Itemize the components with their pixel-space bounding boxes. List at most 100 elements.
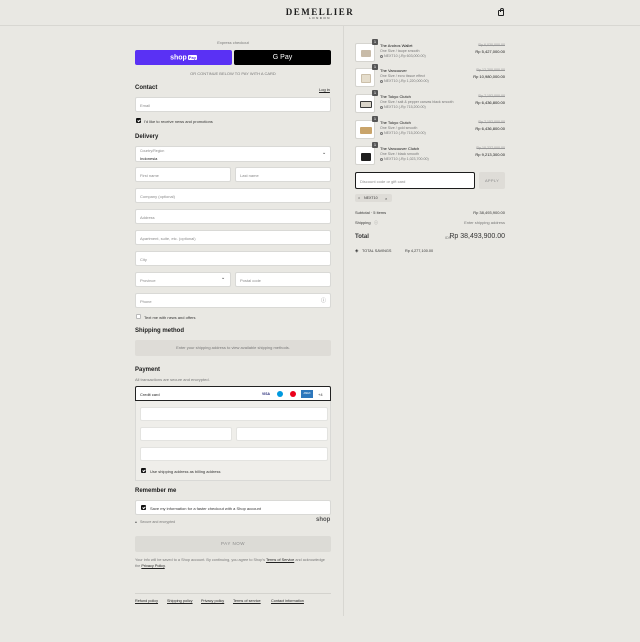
terms-of-service-link[interactable]: Terms of service — [233, 599, 261, 603]
quantity-badge: 1 — [372, 39, 378, 45]
product-variant: One Size / salt & pepper canvas black sm… — [380, 100, 454, 104]
save-info-label: Save my information for a faster checkou… — [150, 506, 261, 511]
pay-now-button[interactable]: PAY NOW — [135, 536, 331, 552]
last-name-field[interactable]: Last name — [235, 167, 331, 182]
delivery-title: Delivery — [135, 134, 159, 140]
original-price: Rp 10,237,000.00 — [476, 146, 505, 150]
save-info-checkbox[interactable] — [141, 505, 146, 510]
product-variant: One Size / taupe smooth — [380, 49, 420, 53]
product-name: The Andros Wallet — [380, 43, 413, 48]
product-name: The Tokyo Clutch — [380, 120, 411, 125]
billing-same-checkbox[interactable] — [141, 468, 146, 473]
original-price: Rp 6,030,000.00 — [478, 43, 505, 47]
product-thumbnail — [355, 68, 375, 87]
first-name-field[interactable]: First name — [135, 167, 231, 182]
credit-card-option[interactable]: Credit card VISA AMEX +4 — [135, 386, 331, 401]
city-field[interactable]: City — [135, 251, 331, 266]
help-icon[interactable]: ⓘ — [321, 297, 326, 304]
product-variant: One Size / black smooth — [380, 152, 419, 156]
text-me-checkbox[interactable] — [136, 314, 141, 319]
close-icon[interactable]: × — [385, 196, 387, 201]
discounted-price: Rp 5,427,000.00 — [475, 49, 505, 54]
total-value: Rp 38,493,900.00 — [449, 233, 505, 240]
shop-pay-badge: Pay — [187, 55, 197, 60]
apply-button[interactable]: APPLY — [479, 172, 505, 189]
discounted-price: Rp 10,980,000.00 — [473, 74, 505, 79]
product-discount: NEXT10 (-Rp 1,220,000.00) — [380, 79, 429, 83]
tag-icon — [380, 54, 383, 58]
mastercard-icon — [290, 391, 296, 397]
or-divider-text: OR CONTINUE BELOW TO PAY WITH A CARD — [190, 71, 276, 76]
postal-code-field[interactable]: Postal code — [235, 272, 331, 287]
country-select[interactable]: Country/Region Indonesia — [135, 146, 331, 162]
tag-icon — [380, 105, 383, 109]
privacy-link[interactable]: Privacy Policy — [141, 564, 164, 568]
email-field[interactable]: Email — [135, 97, 331, 112]
brand-sub: LONDON — [309, 16, 331, 20]
product-variant: One Size / gold smooth — [380, 126, 418, 130]
phone-field[interactable]: Phone — [135, 293, 331, 308]
discount-tag: ⌂ NEXT10 × — [355, 194, 392, 202]
bag-image — [361, 74, 371, 83]
shipping-policy-link[interactable]: Shipping policy — [167, 599, 193, 603]
chevron-down-icon: ⌄ — [221, 275, 226, 281]
product-name: The Vancouver — [380, 68, 407, 73]
terms-link[interactable]: Terms of Service — [266, 558, 294, 562]
product-discount: NEXT10 (-Rp 715,200.00) — [380, 105, 426, 109]
credit-card-label: Credit card — [140, 392, 160, 397]
security-code-field[interactable] — [236, 427, 328, 441]
remember-me-box: Save my information for a faster checkou… — [135, 500, 331, 515]
quantity-badge: 1 — [372, 116, 378, 122]
google-pay-button[interactable]: G Pay — [234, 50, 331, 65]
more-cards-text: +4 — [318, 392, 323, 397]
original-price: Rp 7,152,000.00 — [478, 94, 505, 98]
company-field[interactable]: Company (optional) — [135, 188, 331, 203]
name-on-card-field[interactable] — [140, 447, 328, 461]
province-select[interactable]: Province — [135, 272, 231, 287]
subtotal-value: Rp 38,493,900.00 — [473, 210, 505, 215]
visa-icon: VISA — [262, 392, 270, 396]
shopping-bag-icon[interactable] — [498, 8, 504, 16]
contact-title: Contact — [135, 85, 158, 91]
discounted-price: Rp 6,436,800.00 — [475, 126, 505, 131]
secure-text: Secure and encrypted — [140, 520, 176, 524]
wallet-image — [361, 50, 371, 57]
quantity-badge: 1 — [372, 64, 378, 70]
news-checkbox[interactable] — [136, 118, 141, 123]
legal-text-end: . — [164, 564, 166, 568]
lock-icon: 🔒︎ — [135, 520, 137, 524]
quantity-badge: 1 — [372, 142, 378, 148]
info-icon[interactable]: ⓘ — [374, 220, 378, 226]
product-name: The Tokyo Clutch — [380, 94, 411, 99]
subtotal-label: Subtotal · 5 items — [355, 210, 387, 215]
privacy-policy-link[interactable]: Privacy policy — [201, 599, 224, 603]
express-checkout-label: Express checkout — [217, 40, 249, 45]
clutch-image — [360, 127, 372, 134]
expiry-field[interactable] — [140, 427, 232, 441]
refund-policy-link[interactable]: Refund policy — [135, 599, 158, 603]
apartment-field[interactable]: Apartment, suite, etc. (optional) — [135, 230, 331, 245]
original-price: Rp 7,152,000.00 — [478, 120, 505, 124]
payment-title: Payment — [135, 367, 161, 373]
product-discount: NEXT10 (-Rp 715,200.00) — [380, 131, 426, 135]
product-thumbnail — [355, 43, 375, 62]
shop-pay-button[interactable]: shop Pay — [135, 50, 232, 65]
clutch-image — [360, 101, 372, 108]
product-variant: One Size / ecru tissue effect — [380, 74, 425, 78]
payment-subtitle: All transactions are secure and encrypte… — [135, 377, 210, 382]
column-divider — [343, 26, 344, 616]
login-link[interactable]: Log in — [319, 87, 330, 92]
total-label: Total — [355, 234, 369, 240]
shop-logo: shop — [316, 517, 331, 523]
clutch-image — [361, 153, 371, 161]
discounted-price: Rp 9,213,300.00 — [475, 152, 505, 157]
shop-pay-text: shop — [170, 54, 187, 62]
address-field[interactable]: Address — [135, 209, 331, 224]
discount-code-input[interactable]: Discount code or gift card — [355, 172, 475, 189]
contact-information-link[interactable]: Contact information — [271, 599, 304, 603]
remember-me-title: Remember me — [135, 488, 177, 494]
product-thumbnail — [355, 120, 375, 139]
tag-icon: ⌂ — [358, 196, 361, 200]
product-name: The Vancouver Clutch — [380, 146, 420, 151]
card-number-field[interactable] — [140, 407, 328, 421]
